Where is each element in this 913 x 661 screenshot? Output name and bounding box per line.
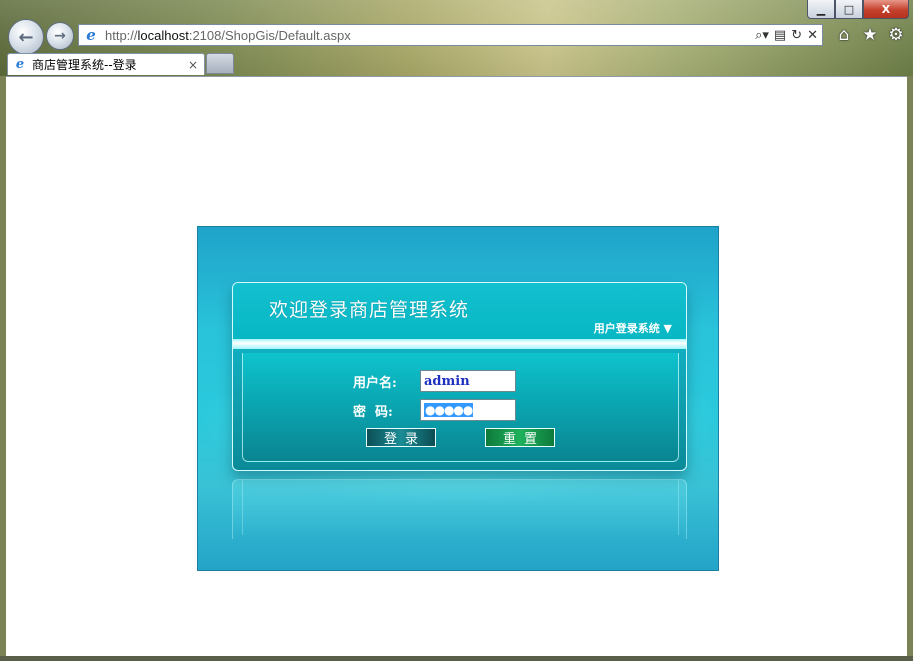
stop-icon[interactable]: ✕ — [807, 28, 818, 43]
forward-button[interactable]: → — [46, 22, 74, 50]
tools-icon[interactable]: ⚙ — [887, 25, 905, 45]
browser-toolbar-icons: ⌂ ★ ⚙ — [835, 25, 905, 45]
window-frame-right — [907, 76, 913, 661]
password-input[interactable]: ●●●●● — [420, 399, 516, 421]
ie-icon: e — [86, 26, 96, 44]
tab-ie-icon: e — [15, 56, 25, 72]
header-stripe — [233, 339, 686, 349]
address-bar[interactable]: e http://localhost:2108/ShopGis/Default.… — [78, 24, 823, 46]
url-text[interactable]: http://localhost:2108/ShopGis/Default.as… — [105, 28, 351, 43]
reset-button[interactable]: 重置 — [485, 428, 555, 447]
close-window-button[interactable]: X — [863, 0, 909, 19]
login-box-reflection — [232, 479, 687, 539]
new-tab-button[interactable] — [206, 53, 234, 74]
search-icon[interactable]: ⌕▾ — [755, 28, 769, 43]
minimize-button[interactable]: ▁ — [807, 0, 835, 19]
browser-chrome: ▁ □ X ← → e http://localhost:2108/ShopGi… — [0, 0, 913, 76]
refresh-icon[interactable]: ↻ — [791, 28, 802, 43]
compat-icon[interactable]: ▤ — [774, 28, 786, 43]
password-value: ●●●●● — [424, 403, 473, 417]
tab-close-icon[interactable]: × — [188, 58, 198, 72]
tab-title: 商店管理系统--登录 — [32, 58, 137, 72]
forward-icon: → — [54, 28, 66, 44]
window-controls: ▁ □ X — [807, 0, 909, 19]
address-tools: ⌕▾ ▤ ↻ ✕ — [755, 25, 818, 45]
username-label: 用户名: — [353, 376, 397, 391]
url-host: localhost — [137, 27, 189, 43]
system-title: 欢迎登录商店管理系统 — [269, 299, 470, 321]
maximize-button[interactable]: □ — [835, 0, 863, 19]
login-box: 欢迎登录商店管理系统 用户登录系统 ▼ 用户名: admin 密 码: ●●●●… — [232, 282, 687, 471]
url-path: :2108/ShopGis/Default.aspx — [188, 27, 351, 43]
login-button[interactable]: 登录 — [366, 428, 436, 447]
window-frame-bottom — [0, 656, 913, 661]
password-label: 密 码: — [353, 405, 393, 420]
login-panel: 欢迎登录商店管理系统 用户登录系统 ▼ 用户名: admin 密 码: ●●●●… — [197, 226, 719, 571]
system-subtitle: 用户登录系统 ▼ — [593, 322, 672, 335]
favorites-icon[interactable]: ★ — [861, 25, 879, 45]
home-icon[interactable]: ⌂ — [835, 25, 853, 45]
browser-tab[interactable]: e 商店管理系统--登录 × — [7, 53, 205, 75]
url-prefix: http:// — [105, 27, 138, 43]
back-button[interactable]: ← — [8, 19, 44, 55]
username-input[interactable]: admin — [420, 370, 516, 392]
username-value: admin — [424, 373, 470, 389]
back-icon: ← — [18, 26, 34, 48]
